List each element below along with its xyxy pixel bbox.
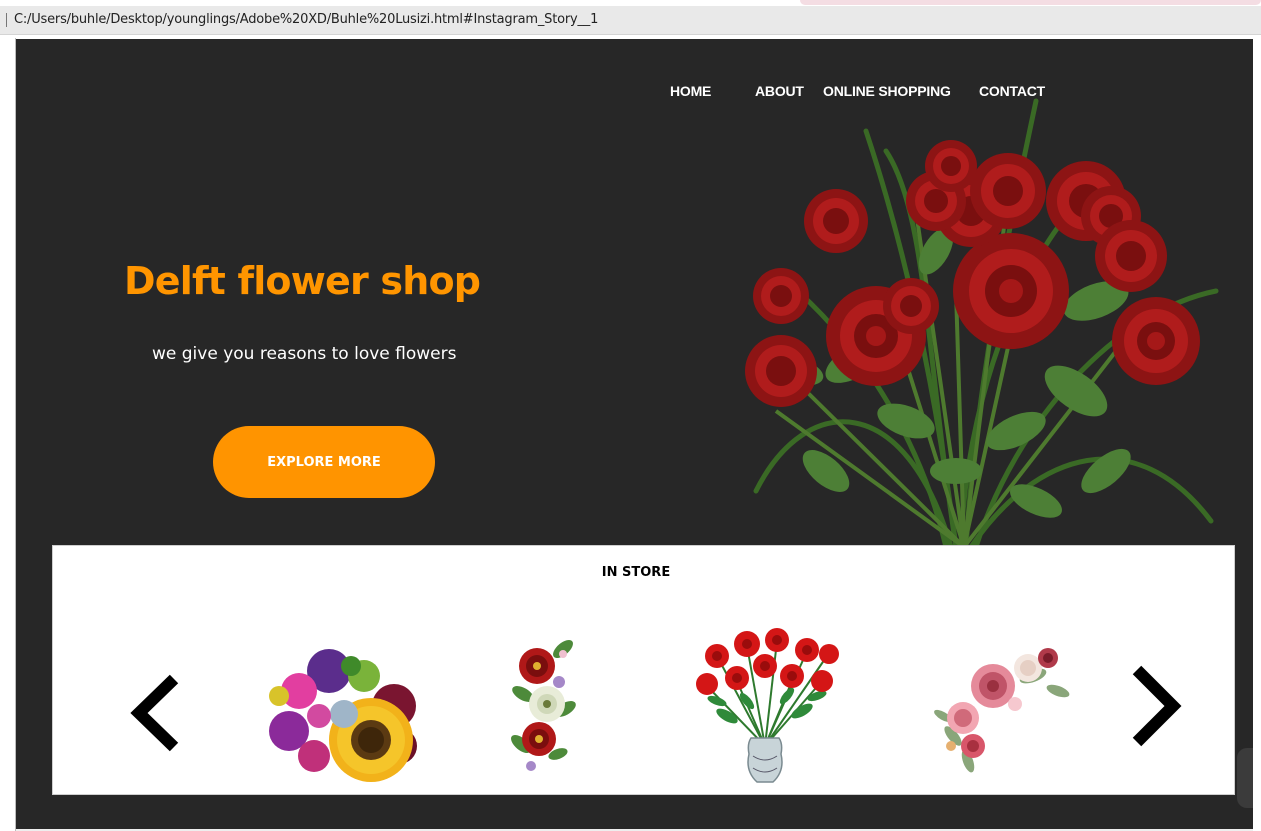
peony-garland-image[interactable] [503,634,583,776]
address-field[interactable]: C:/Users/buhle/Desktop/younglings/Adobe%… [0,6,1261,35]
pink-rose-spray-image[interactable] [933,646,1073,776]
rose-bouquet-image [745,98,1219,547]
chevron-right-icon[interactable] [1125,664,1185,748]
hero-subtitle: we give you reasons to love flowers [152,344,457,364]
address-url[interactable]: C:/Users/buhle/Desktop/younglings/Adobe%… [14,12,598,27]
text-caret [6,13,7,27]
red-roses-vase-image[interactable] [687,626,843,786]
in-store-heading: IN STORE [601,565,671,580]
mixed-sunflower-bouquet-image[interactable] [259,636,429,786]
web-page: HOME ABOUT ONLINE SHOPPING CONTACT Delft… [16,39,1253,831]
nav-home-link[interactable]: HOME [670,83,711,99]
explore-more-button[interactable]: EXPLORE MORE [213,426,435,498]
tab-strip-edge [800,0,1261,5]
browser-address-bar: C:/Users/buhle/Desktop/younglings/Adobe%… [0,0,1261,36]
in-store-section: IN STORE [52,545,1235,795]
chevron-left-icon[interactable] [129,673,185,753]
scroll-tab[interactable] [1237,748,1253,808]
hero-title: Delft flower shop [124,259,481,303]
